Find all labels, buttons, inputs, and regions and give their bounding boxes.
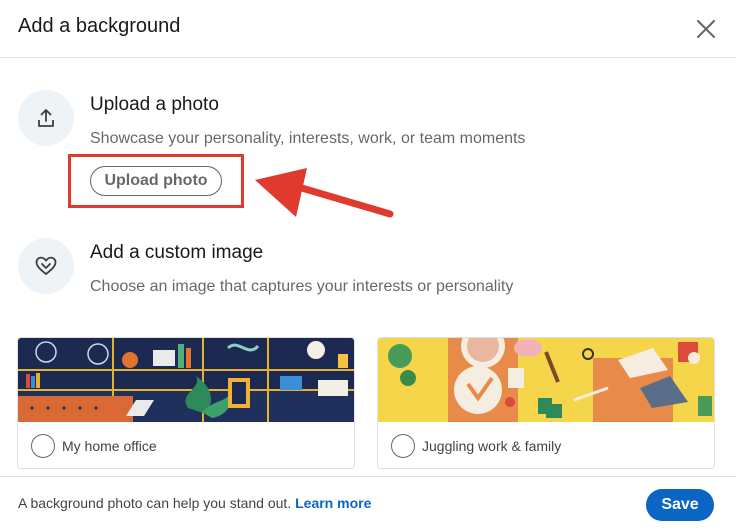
annotation-arrow (255, 168, 394, 218)
image-label-juggling: Juggling work & family (422, 438, 562, 454)
learn-more-link[interactable]: Learn more (295, 495, 371, 511)
juggling-illustration (378, 338, 714, 422)
upload-title: Upload a photo (90, 94, 219, 115)
dialog-footer: A background photo can help you stand ou… (0, 476, 736, 529)
radio-juggling[interactable] (391, 434, 415, 458)
close-icon (697, 20, 715, 38)
dialog-header: Add a background (0, 0, 736, 58)
home-office-illustration (18, 338, 354, 422)
radio-home-office[interactable] (31, 434, 55, 458)
save-button[interactable]: Save (646, 489, 714, 521)
upload-option-icon-circle (18, 90, 74, 146)
footer-help-text: A background photo can help you stand ou… (18, 495, 371, 511)
image-label-home-office: My home office (62, 438, 157, 454)
add-background-dialog: Add a background Upload a photo Showcase… (0, 0, 736, 528)
dialog-title: Add a background (18, 15, 181, 37)
footer-message: A background photo can help you stand ou… (18, 495, 292, 511)
custom-option-icon-circle (18, 238, 74, 294)
close-button[interactable] (692, 15, 720, 43)
upload-description: Showcase your personality, interests, wo… (90, 130, 526, 147)
custom-title: Add a custom image (90, 242, 264, 263)
image-card-juggling[interactable]: Juggling work & family (377, 337, 715, 469)
annotation-highlight-box (68, 154, 244, 208)
image-card-home-office[interactable]: My home office (17, 337, 355, 469)
custom-description: Choose an image that captures your inter… (90, 278, 514, 295)
heart-icon (35, 256, 57, 275)
upload-icon (38, 109, 54, 127)
